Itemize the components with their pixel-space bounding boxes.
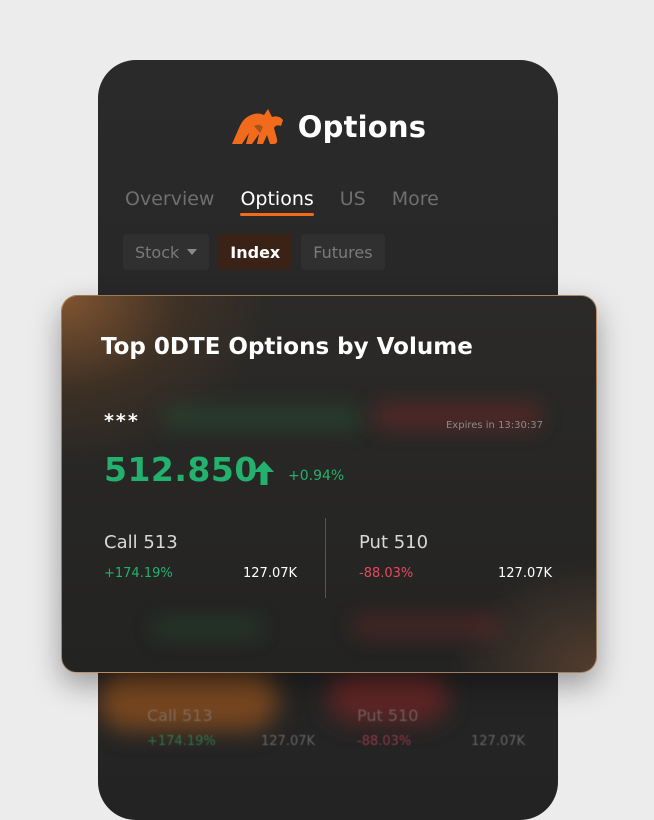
expiry-countdown: Expires in 13:30:37 (445, 420, 543, 431)
index-filter-label: Index (230, 242, 281, 262)
price-change: +0.94% (288, 468, 345, 484)
bg-call-volume: 127.07K (261, 734, 316, 749)
main-tabs: Overview Options US More (125, 188, 439, 216)
call-option-label[interactable]: Call 513 (104, 532, 178, 553)
card-blur-green (162, 406, 362, 430)
page-title: Options (297, 110, 427, 144)
put-option-change: -88.03% (359, 566, 414, 581)
bg-call-label: Call 513 (147, 706, 213, 725)
bg-call-change: +174.19% (147, 734, 216, 749)
put-option-label[interactable]: Put 510 (359, 532, 428, 553)
bg-put-change: -88.03% (357, 734, 412, 749)
futures-filter-chip[interactable]: Futures (301, 234, 385, 270)
card-blur-red-lower (352, 614, 502, 638)
card-title: Top 0DTE Options by Volume (101, 334, 473, 360)
filter-chips: Stock Index Futures (123, 234, 385, 270)
background-option-row: Call 513 Put 510 +174.19% 127.07K -88.03… (98, 700, 558, 820)
ticker-symbol: *** (104, 410, 140, 432)
futures-filter-label: Futures (313, 242, 373, 262)
bg-put-label: Put 510 (357, 706, 419, 725)
top-0dte-options-card[interactable]: Top 0DTE Options by Volume *** Expires i… (61, 295, 597, 673)
call-option-change: +174.19% (104, 566, 173, 581)
tab-options[interactable]: Options (240, 188, 315, 216)
caret-down-icon (187, 249, 198, 255)
app-header: Options (98, 104, 558, 150)
stock-filter-dropdown[interactable]: Stock (123, 234, 210, 270)
tab-overview[interactable]: Overview (125, 188, 214, 210)
bg-put-volume: 127.07K (471, 734, 526, 749)
legs-divider (325, 518, 326, 598)
tab-us[interactable]: US (340, 188, 366, 210)
put-option-volume: 127.07K (498, 566, 553, 581)
card-blur-green-lower (152, 618, 262, 638)
tab-more[interactable]: More (392, 188, 439, 210)
index-filter-chip[interactable]: Index (218, 234, 293, 270)
arrow-up-icon (254, 461, 274, 485)
stock-filter-label: Stock (135, 242, 180, 262)
underlying-price: 512.850 (104, 450, 258, 489)
bull-logo-icon (231, 109, 283, 144)
call-option-volume: 127.07K (243, 566, 298, 581)
